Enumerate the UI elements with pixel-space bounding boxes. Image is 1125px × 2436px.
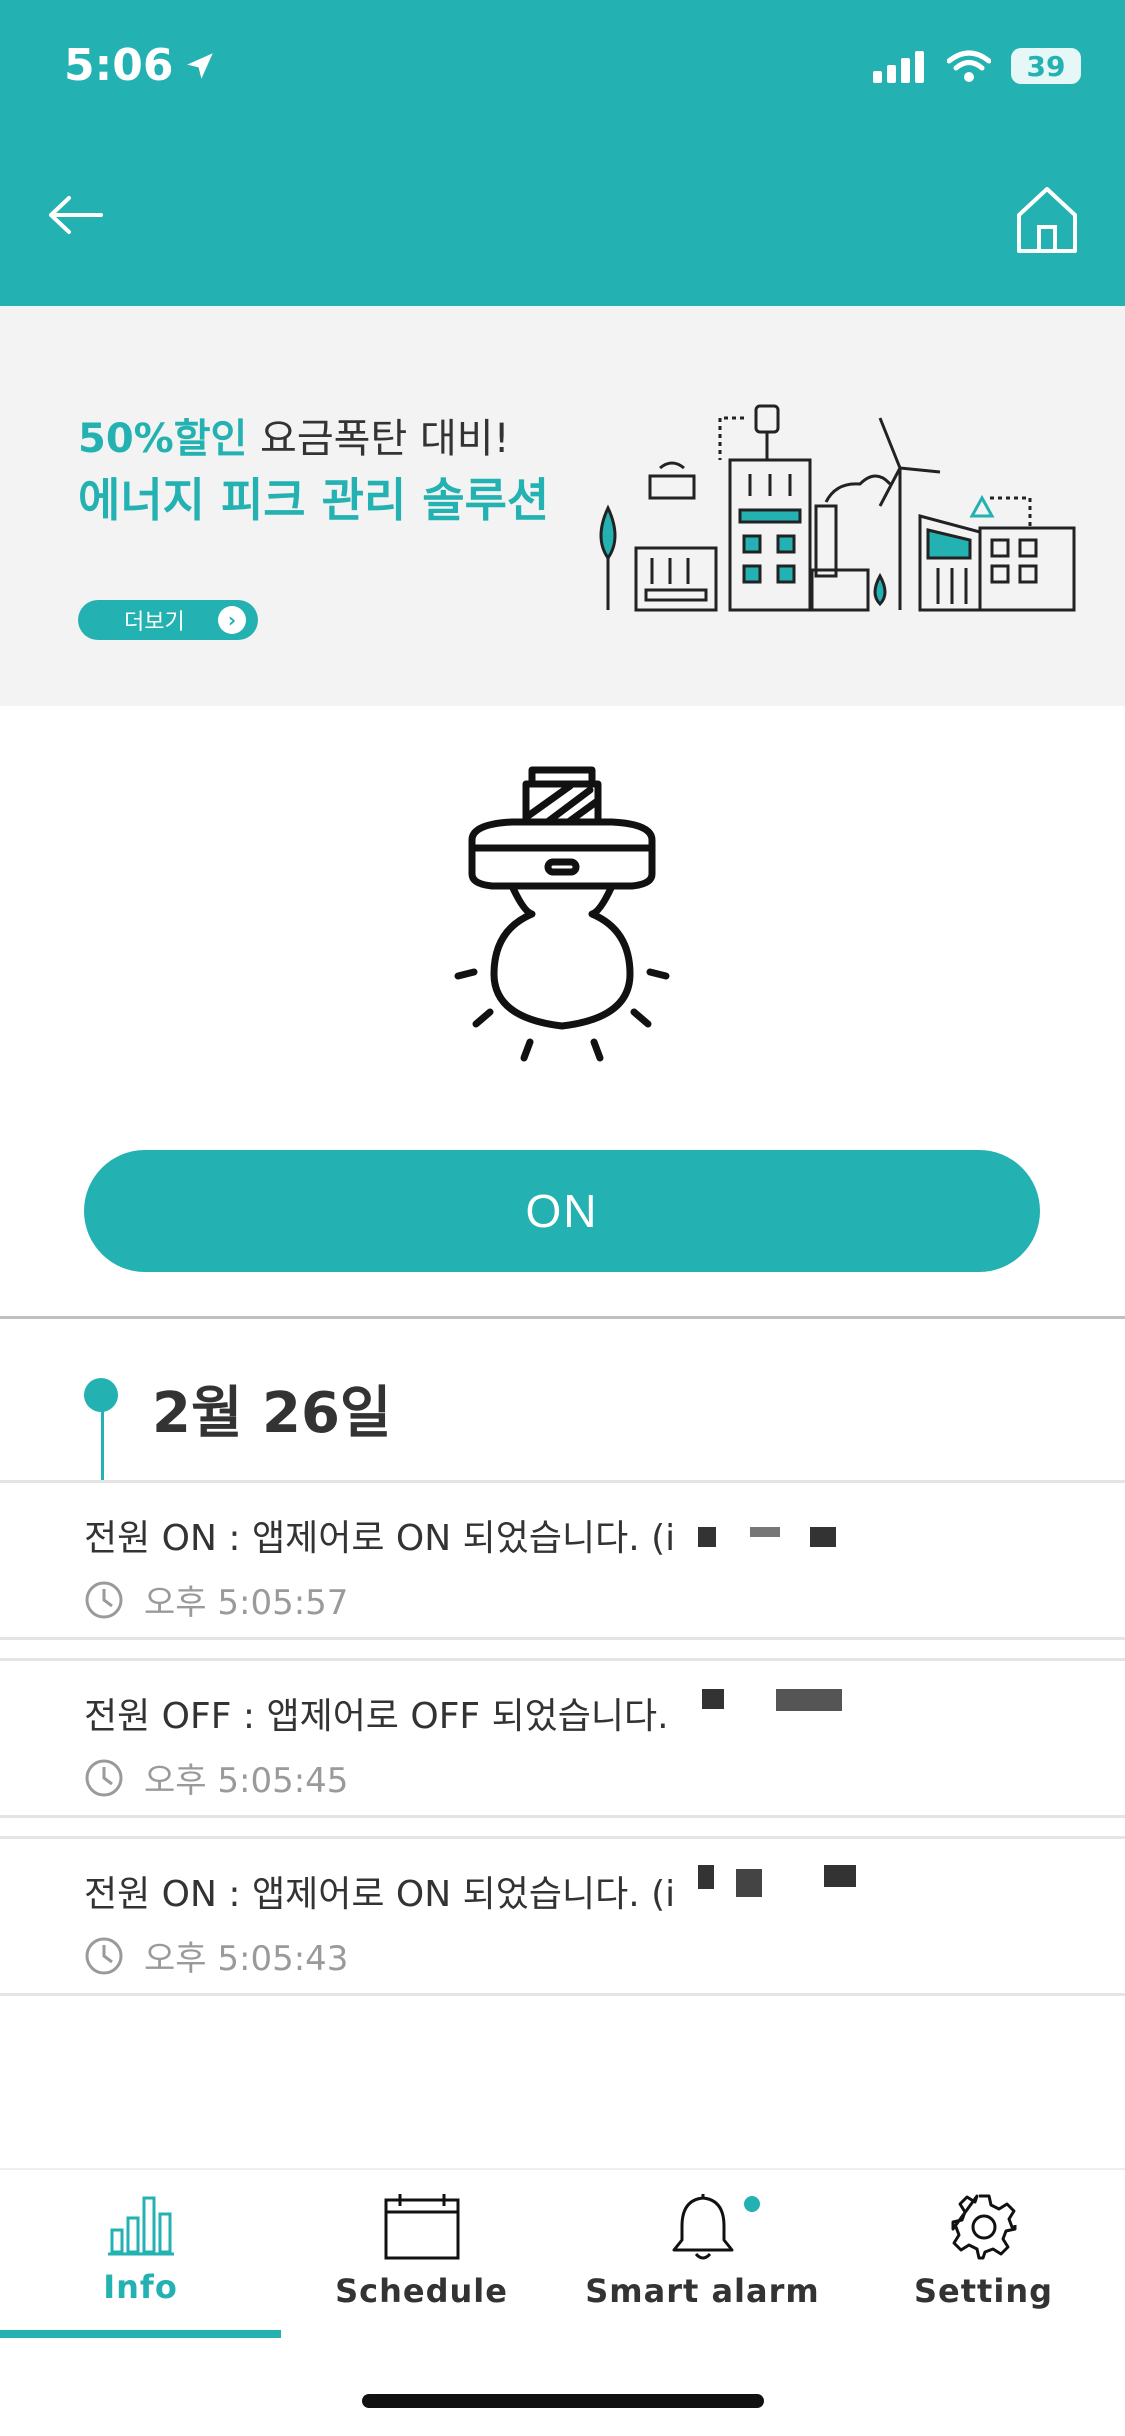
banner-more-label: 더보기 [124, 610, 185, 635]
nav-label-schedule: Schedule [335, 2272, 508, 2310]
city-energy-illustration [599, 404, 1076, 612]
active-tab-indicator [0, 2330, 281, 2338]
battery-level: 39 [1026, 49, 1066, 83]
log-message: 전원 ON : 앱제어로 ON 되었습니다. (i [84, 1874, 676, 1915]
bell-icon [672, 2194, 733, 2260]
redacted-area [690, 1483, 895, 1637]
nav-tab-setting[interactable]: Setting [843, 2170, 1124, 2338]
gear-icon [951, 2194, 1016, 2260]
banner-subheadline: 에너지 피크 관리 솔루션 [78, 473, 550, 527]
clock-icon [85, 1581, 123, 1618]
status-bar-icons: 39 [873, 48, 1081, 84]
log-message: 전원 OFF : 앱제어로 OFF 되었습니다. [84, 1696, 669, 1737]
nav-label-smart-alarm: Smart alarm [585, 2272, 820, 2310]
battery-indicator: 39 [1011, 48, 1081, 84]
arrow-left-icon [49, 196, 103, 234]
promo-banner[interactable]: 50%할인 요금폭탄 대비! 에너지 피크 관리 솔루션 더보기 › [0, 306, 1125, 706]
back-button[interactable] [40, 180, 110, 250]
nav-tab-info[interactable]: Info [0, 2170, 281, 2338]
log-time-row: 오후 5:05:43 [84, 1931, 348, 1980]
device-control-area: ON [0, 710, 1125, 1316]
banner-discount: 50%할인 [78, 416, 248, 462]
clock-icon [85, 1759, 123, 1796]
log-time: 오후 5:05:57 [144, 1583, 349, 1623]
history-log-item: 전원 ON : 앱제어로 ON 되었습니다. (i 오후 5:05:57 [0, 1480, 1125, 1640]
nav-label-setting: Setting [914, 2272, 1053, 2310]
wifi-icon [947, 50, 991, 82]
history-log-item: 전원 OFF : 앱제어로 OFF 되었습니다. 오후 5:05:45 [0, 1658, 1125, 1818]
timeline-dot [84, 1378, 118, 1412]
home-icon [1017, 187, 1077, 253]
home-button[interactable] [1007, 180, 1087, 260]
log-time-row: 오후 5:05:57 [84, 1575, 348, 1624]
log-time: 오후 5:05:45 [144, 1761, 349, 1801]
cellular-signal-icon [873, 51, 924, 83]
banner-headline-rest: 요금폭탄 대비! [247, 416, 510, 462]
redacted-area [690, 1661, 895, 1815]
notification-dot [744, 2196, 760, 2212]
banner-headline: 50%할인 요금폭탄 대비! [78, 406, 510, 464]
log-time-row: 오후 5:05:45 [84, 1753, 348, 1802]
calendar-icon [384, 2194, 459, 2260]
timeline-line [101, 1410, 104, 1482]
history-date: 2월 26일 [152, 1381, 392, 1446]
log-message: 전원 ON : 앱제어로 ON 되었습니다. (i [84, 1518, 676, 1559]
power-toggle-button[interactable]: ON [84, 1150, 1040, 1272]
nav-label-info: Info [103, 2268, 178, 2306]
location-arrow-icon [187, 52, 214, 79]
redacted-area [690, 1839, 895, 1993]
light-bulb-icon [454, 766, 670, 1062]
history-date-header: 2월 26일 [0, 1320, 1125, 1482]
bottom-navigation: Info Schedule Smart alarm Setting [0, 2168, 1125, 2338]
log-time: 오후 5:05:43 [144, 1939, 349, 1979]
history-log-item: 전원 ON : 앱제어로 ON 되었습니다. (i 오후 5:05:43 [0, 1836, 1125, 1996]
nav-tab-smart-alarm[interactable]: Smart alarm [562, 2170, 843, 2338]
chevron-right-icon: › [218, 606, 246, 634]
home-indicator-bar[interactable] [362, 2394, 764, 2408]
device-title [260, 188, 880, 244]
banner-more-button[interactable]: 더보기 › [78, 600, 258, 640]
status-time-text: 5:06 [64, 40, 174, 91]
status-bar-time: 5:06 [64, 40, 217, 91]
clock-icon [85, 1937, 123, 1974]
section-divider [0, 1316, 1125, 1319]
nav-tab-schedule[interactable]: Schedule [281, 2170, 562, 2338]
app-header: 5:06 39 [0, 0, 1125, 306]
bar-chart-icon [107, 2196, 174, 2256]
